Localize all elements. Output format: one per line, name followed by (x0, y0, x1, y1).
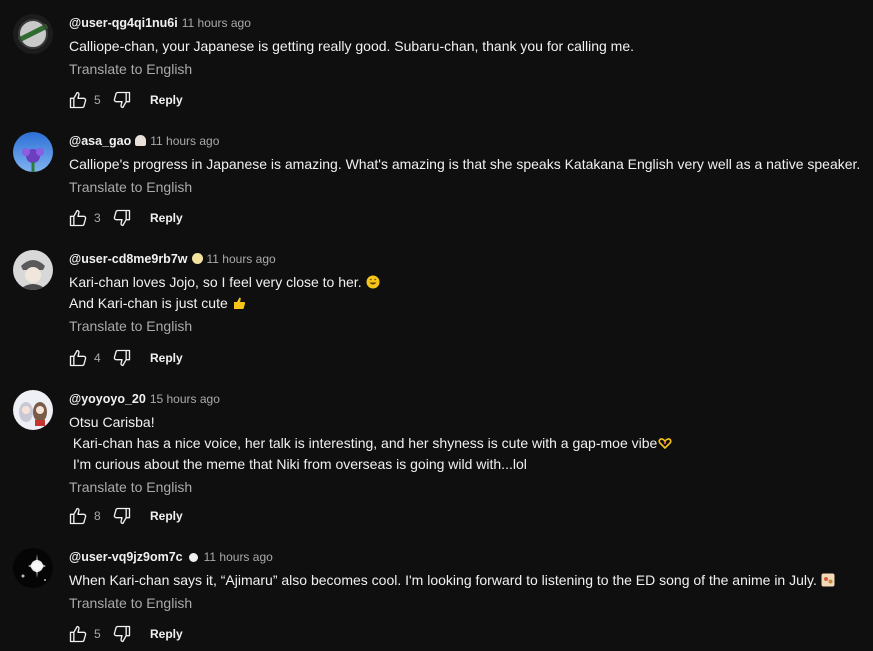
comment-actions: 4 Reply (66, 346, 183, 370)
author-name[interactable]: @user-qg4qi1nu6i (69, 16, 178, 30)
translate-button[interactable]: Translate to English (69, 477, 863, 497)
author-name[interactable]: @user-cd8me9rb7w (69, 252, 188, 266)
comment-header: @user-vq9jz9om7c 11 hours ago (69, 548, 863, 566)
reply-button[interactable]: Reply (150, 93, 183, 107)
like-button[interactable] (66, 88, 90, 112)
comment-line-text: And Kari-chan is just cute (69, 295, 228, 311)
comment-header: @asa_gao 11 hours ago (69, 132, 863, 150)
comment-line: Calliope-chan, your Japanese is getting … (69, 38, 634, 54)
comment-text: When Kari-chan says it, “Ajimaru” also b… (69, 570, 863, 591)
author-name[interactable]: @yoyoyo_20 (69, 392, 146, 406)
thumbs-down-icon (113, 625, 131, 643)
member-badge-icon (135, 135, 147, 146)
comment-text: Kari-chan loves Jojo, so I feel very clo… (69, 272, 863, 314)
comment-actions: 5 Reply (66, 88, 183, 112)
comment-line-text: Kari-chan loves Jojo, so I feel very clo… (69, 274, 362, 290)
reply-button[interactable]: Reply (150, 211, 183, 225)
thumbs-up-icon (69, 349, 87, 367)
thumbs-down-icon (113, 507, 131, 525)
comment-header: @user-qg4qi1nu6i 11 hours ago (69, 14, 863, 32)
thumbs-down-icon (113, 349, 131, 367)
thumbs-up-icon (69, 625, 87, 643)
like-button[interactable] (66, 206, 90, 230)
comment-header: @user-cd8me9rb7w 11 hours ago (69, 250, 863, 268)
like-count: 4 (94, 351, 101, 365)
author-name[interactable]: @asa_gao (69, 134, 131, 148)
comment-time[interactable]: 15 hours ago (150, 392, 220, 406)
comment-text: Calliope-chan, your Japanese is getting … (69, 36, 863, 57)
reply-button[interactable]: Reply (150, 509, 183, 523)
thumbs-up-icon (69, 209, 87, 227)
avatar[interactable] (13, 390, 53, 430)
dislike-button[interactable] (110, 88, 134, 112)
comment-line: Otsu Carisba! (69, 414, 155, 430)
translate-button[interactable]: Translate to English (69, 177, 863, 197)
comment-actions: 3 Reply (66, 206, 183, 230)
comment-actions: 8 Reply (66, 504, 183, 528)
dislike-button[interactable] (110, 504, 134, 528)
comment-time[interactable]: 11 hours ago (182, 16, 251, 30)
comment-line: I'm curious about the meme that Niki fro… (69, 456, 527, 472)
thumbs-up-icon (69, 507, 87, 525)
avatar[interactable] (13, 250, 53, 290)
comment-line: Calliope's progress in Japanese is amazi… (69, 156, 861, 172)
thumbs-up-icon (69, 91, 87, 109)
like-button[interactable] (66, 504, 90, 528)
dislike-button[interactable] (110, 206, 134, 230)
translate-button[interactable]: Translate to English (69, 593, 863, 613)
comment-line-text: When Kari-chan says it, “Ajimaru” also b… (69, 572, 817, 588)
comment-time[interactable]: 11 hours ago (204, 550, 273, 564)
avatar[interactable] (13, 548, 53, 588)
member-badge-icon (188, 553, 198, 562)
dislike-button[interactable] (110, 346, 134, 370)
comment-header: @yoyoyo_20 15 hours ago (69, 390, 863, 408)
like-button[interactable] (66, 346, 90, 370)
comment-line: And Kari-chan is just cute (69, 293, 863, 314)
dislike-button[interactable] (110, 622, 134, 646)
member-badge-icon (191, 253, 203, 264)
comment-body: @user-qg4qi1nu6i 11 hours ago Calliope-ch… (69, 14, 863, 79)
comment-actions: 5 Reply (66, 622, 183, 646)
comment-text: Otsu Carisba! Kari-chan has a nice voice… (69, 412, 863, 475)
comment-body: @user-cd8me9rb7w 11 hours ago Kari-chan l… (69, 250, 863, 336)
like-count: 5 (94, 627, 101, 641)
sticker-emoji-icon (821, 572, 835, 587)
comments-list: @user-qg4qi1nu6i 11 hours ago Calliope-ch… (0, 0, 873, 651)
like-count: 8 (94, 509, 101, 523)
heart-hands-emoji-icon (658, 435, 672, 450)
translate-button[interactable]: Translate to English (69, 316, 863, 336)
reply-button[interactable]: Reply (150, 627, 183, 641)
thumbs-up-emoji-icon (232, 295, 246, 309)
comment-text: Calliope's progress in Japanese is amazi… (69, 154, 863, 175)
comment-line: Kari-chan has a nice voice, her talk is … (69, 433, 863, 454)
thumbs-down-icon (113, 209, 131, 227)
like-button[interactable] (66, 622, 90, 646)
comment-line: Kari-chan loves Jojo, so I feel very clo… (69, 272, 863, 293)
comment-body: @user-vq9jz9om7c 11 hours ago When Kari-c… (69, 548, 863, 613)
author-name[interactable]: @user-vq9jz9om7c (69, 550, 183, 564)
thumbs-down-icon (113, 91, 131, 109)
avatar[interactable] (13, 14, 53, 54)
comment-time[interactable]: 11 hours ago (150, 134, 219, 148)
grinning-face-emoji-icon (366, 274, 380, 289)
comment-line: When Kari-chan says it, “Ajimaru” also b… (69, 570, 863, 591)
like-count: 5 (94, 93, 101, 107)
reply-button[interactable]: Reply (150, 351, 183, 365)
translate-button[interactable]: Translate to English (69, 59, 863, 79)
comment-line-text: Kari-chan has a nice voice, her talk is … (69, 435, 658, 451)
comment-body: @asa_gao 11 hours ago Calliope's progress… (69, 132, 863, 197)
comment-body: @yoyoyo_20 15 hours ago Otsu Carisba! Kar… (69, 390, 863, 497)
like-count: 3 (94, 211, 101, 225)
avatar[interactable] (13, 132, 53, 172)
comment-time[interactable]: 11 hours ago (207, 252, 276, 266)
